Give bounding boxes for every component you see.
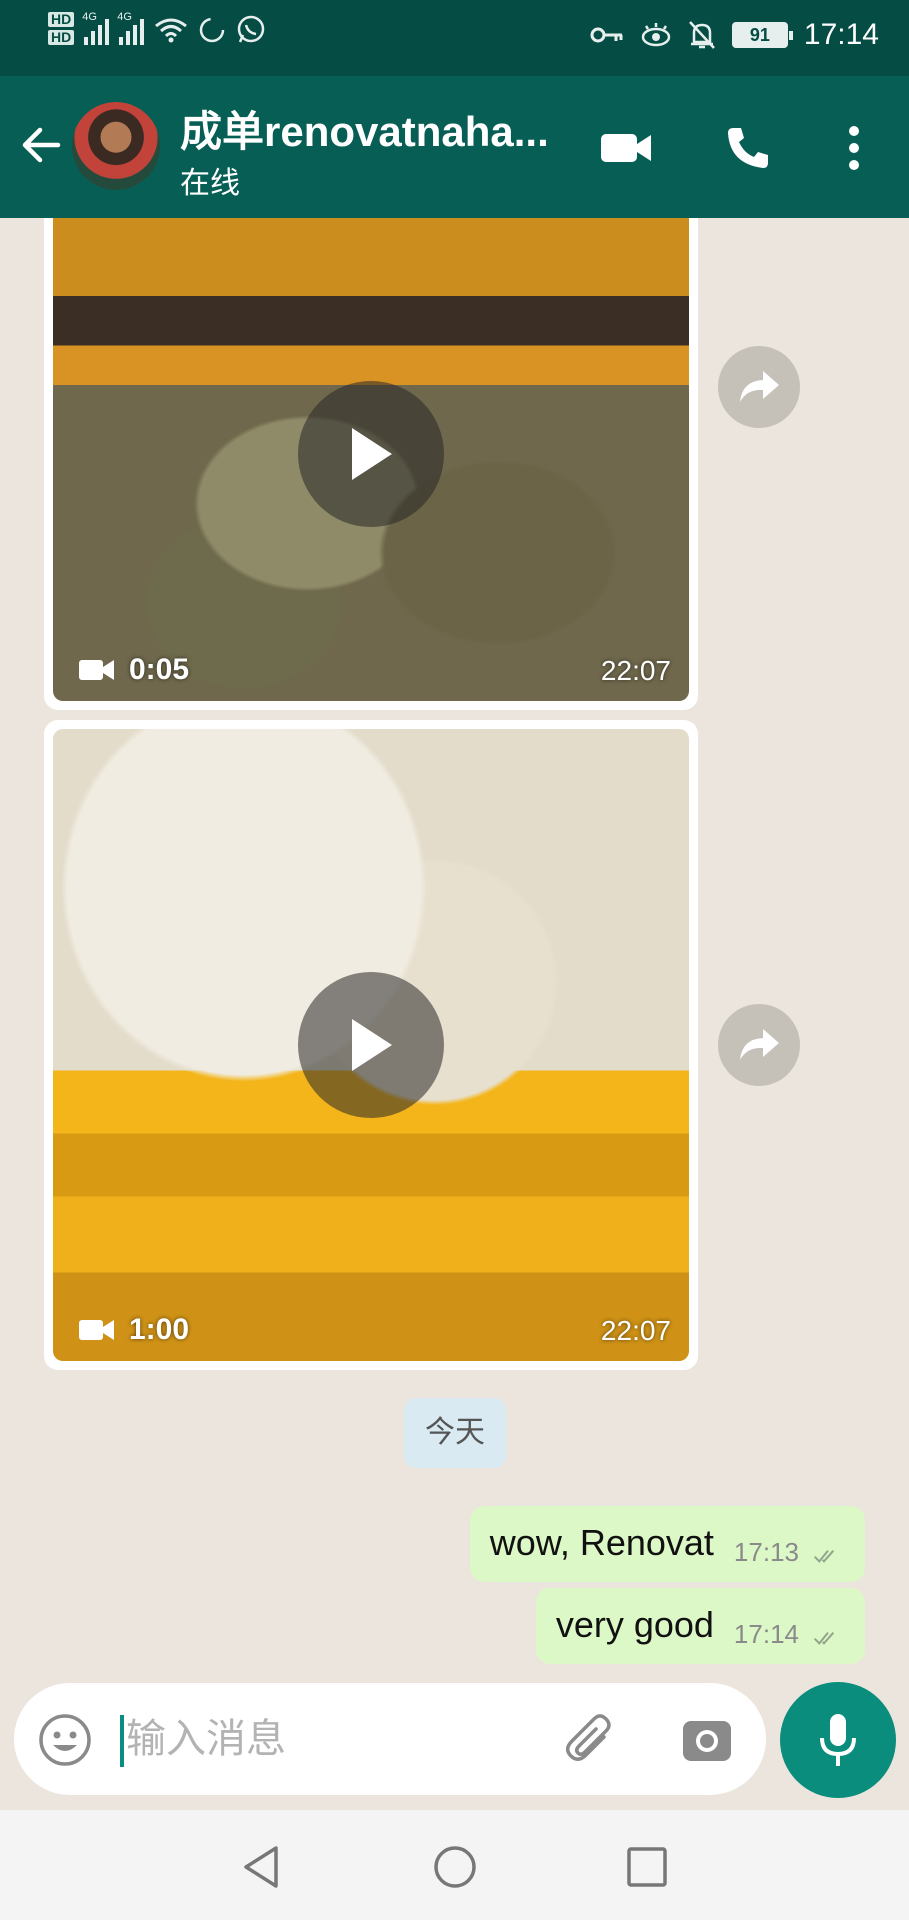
video-duration-2: 1:00 bbox=[79, 1313, 189, 1347]
play-icon bbox=[352, 1019, 392, 1071]
message-time-1: 17:13 bbox=[733, 1537, 799, 1567]
chat-header: 成单renovatnaha... 在线 bbox=[0, 76, 909, 218]
system-nav-bar bbox=[0, 1810, 909, 1920]
message-text-2: very good bbox=[555, 1604, 714, 1645]
message-time-2: 17:14 bbox=[733, 1619, 799, 1649]
message-input[interactable] bbox=[126, 1709, 536, 1769]
status-bar: HD HD 4G 4G 91 17:14 bbox=[0, 0, 909, 76]
eye-comfort-icon bbox=[641, 23, 671, 47]
play-icon bbox=[352, 428, 392, 480]
camera-icon[interactable] bbox=[680, 1713, 734, 1767]
double-check-icon bbox=[813, 1632, 835, 1645]
video-call-icon bbox=[601, 134, 651, 162]
more-options-button[interactable] bbox=[824, 118, 884, 178]
chat-area[interactable]: 0:05 22:07 1:00 22:07 今天 wow, Renovat 17… bbox=[0, 218, 909, 1810]
attach-icon[interactable] bbox=[562, 1711, 620, 1769]
wifi-icon bbox=[155, 18, 188, 43]
forward-button-1[interactable] bbox=[718, 346, 800, 428]
video-thumbnail-1[interactable]: 0:05 22:07 bbox=[53, 218, 689, 701]
outgoing-message-1[interactable]: wow, Renovat 17:13 bbox=[469, 1506, 865, 1582]
nav-home-icon[interactable] bbox=[430, 1842, 480, 1892]
video-thumbnail-2[interactable]: 1:00 22:07 bbox=[53, 729, 689, 1361]
forward-button-2[interactable] bbox=[718, 1004, 800, 1086]
status-left: HD HD 4G 4G bbox=[48, 11, 266, 48]
signal-icon-1: 4G bbox=[82, 11, 110, 45]
video-call-button[interactable] bbox=[596, 118, 656, 178]
status-time: 17:14 bbox=[803, 18, 879, 51]
avatar[interactable] bbox=[72, 102, 160, 190]
battery-icon: 91 bbox=[731, 22, 793, 48]
play-button-1[interactable] bbox=[298, 381, 444, 527]
voice-message-button[interactable] bbox=[780, 1682, 896, 1798]
back-arrow-icon[interactable] bbox=[18, 122, 64, 168]
status-right: 91 17:14 bbox=[590, 18, 879, 52]
video-message-1[interactable]: 0:05 22:07 bbox=[44, 218, 698, 710]
message-composer bbox=[14, 1683, 766, 1795]
hd-indicator: HD HD bbox=[48, 12, 75, 48]
notifications-off-icon bbox=[689, 21, 715, 49]
videocam-icon bbox=[79, 1320, 114, 1340]
contact-status: 在线 bbox=[180, 167, 240, 200]
nav-back-icon[interactable] bbox=[236, 1842, 286, 1892]
whatsapp-icon bbox=[237, 15, 265, 43]
network-type-1: 4G bbox=[82, 11, 97, 23]
message-text-1: wow, Renovat bbox=[489, 1522, 714, 1563]
double-check-icon bbox=[813, 1550, 835, 1563]
mic-icon bbox=[820, 1714, 856, 1766]
loading-icon bbox=[199, 17, 225, 43]
outgoing-message-2[interactable]: very good 17:14 bbox=[535, 1588, 865, 1664]
more-vert-icon bbox=[849, 126, 859, 170]
forward-icon bbox=[740, 371, 779, 402]
play-button-2[interactable] bbox=[298, 972, 444, 1118]
date-divider: 今天 bbox=[404, 1398, 506, 1468]
voice-call-button[interactable] bbox=[718, 118, 778, 178]
video-duration-1: 0:05 bbox=[79, 653, 189, 687]
video-duration-text-2: 1:00 bbox=[129, 1313, 190, 1346]
nav-recents-icon[interactable] bbox=[622, 1842, 672, 1892]
signal-icon-2: 4G bbox=[117, 11, 145, 45]
contact-name[interactable]: 成单renovatnaha... bbox=[180, 98, 560, 159]
forward-icon bbox=[740, 1029, 779, 1060]
phone-icon bbox=[728, 128, 768, 168]
video-time-1: 22:07 bbox=[600, 655, 671, 686]
network-type-2: 4G bbox=[117, 11, 132, 23]
vpn-key-icon bbox=[590, 27, 623, 43]
emoji-icon[interactable] bbox=[38, 1713, 92, 1767]
video-message-2[interactable]: 1:00 22:07 bbox=[44, 720, 698, 1370]
video-time-2: 22:07 bbox=[600, 1315, 671, 1346]
video-duration-text-1: 0:05 bbox=[129, 653, 190, 686]
text-caret bbox=[120, 1715, 124, 1767]
videocam-icon bbox=[79, 660, 114, 680]
